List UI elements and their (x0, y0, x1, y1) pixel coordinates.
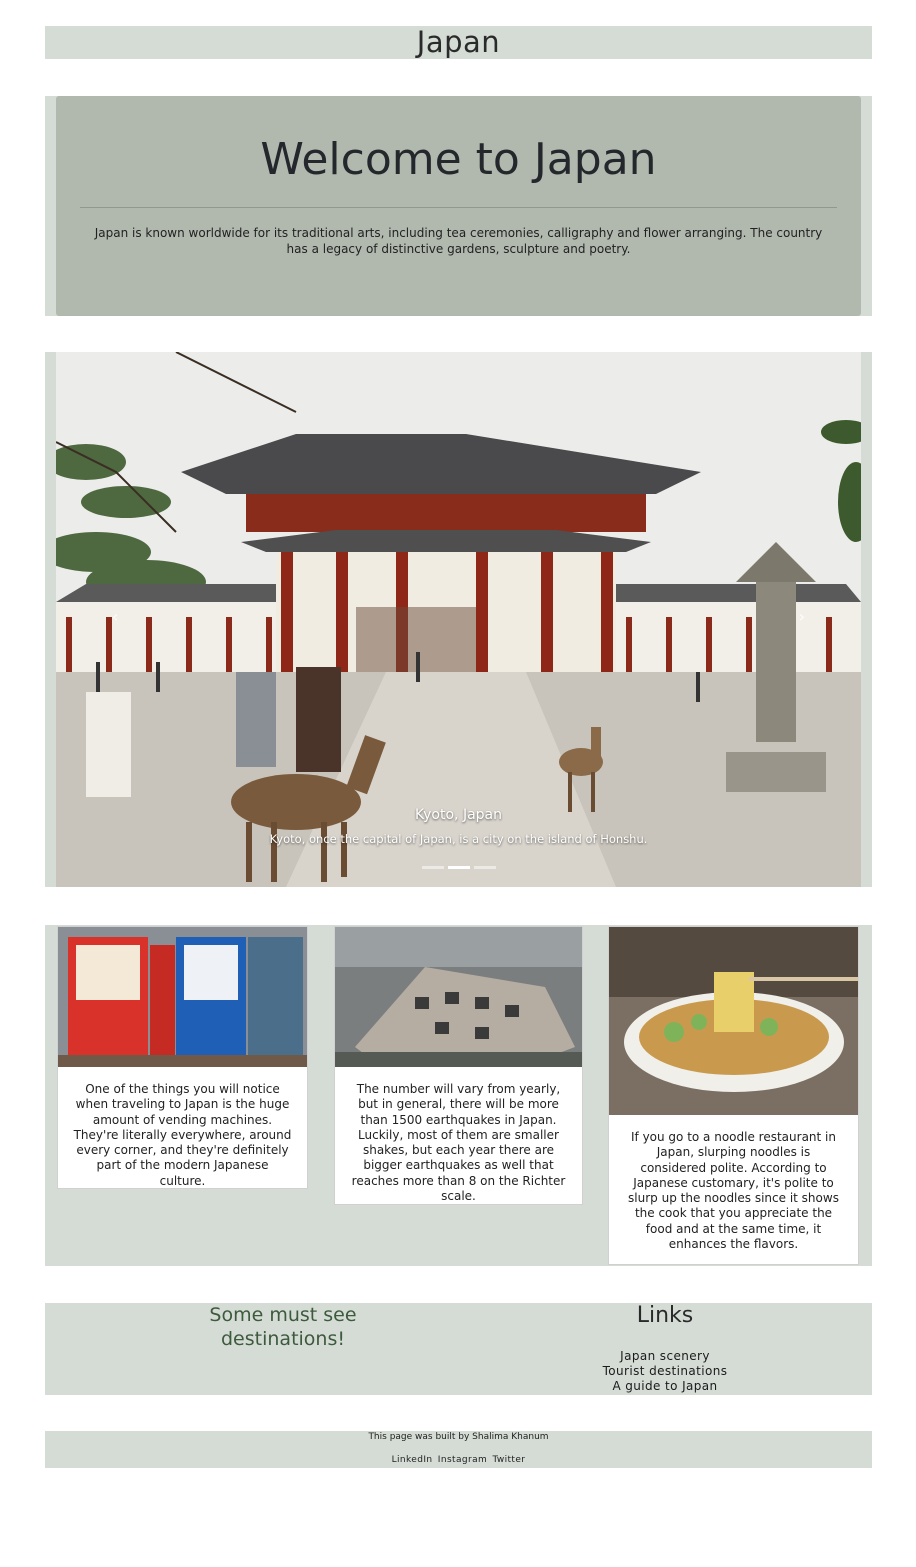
slide-caption: Kyoto, once the capital of Japan, is a c… (269, 832, 648, 846)
site-header: Japan (45, 26, 872, 59)
linkedin-link[interactable]: LinkedIn (392, 1455, 433, 1465)
carousel-prev-icon[interactable]: ‹ (112, 607, 118, 626)
carousel-indicator[interactable] (473, 866, 496, 869)
destinations-section: Some must see destinations! Links Japan … (45, 1303, 872, 1395)
link-japan-scenery[interactable]: Japan scenery (565, 1349, 765, 1364)
cards-section: One of the things you will notice when t… (45, 925, 872, 1266)
built-by-text: This page was built by Shalima Khanum (368, 1432, 549, 1442)
collapsed-building-image (335, 927, 582, 1067)
welcome-heading: Welcome to Japan (260, 134, 657, 185)
instagram-link[interactable]: Instagram (438, 1455, 487, 1465)
vending-machines-image (58, 927, 307, 1067)
carousel-slide: ‹ › Kyoto, Japan Kyoto, once the capital… (56, 352, 861, 887)
card-vending-machines: One of the things you will notice when t… (57, 926, 308, 1189)
welcome-jumbotron: Welcome to Japan Japan is known worldwid… (56, 96, 861, 316)
twitter-link[interactable]: Twitter (492, 1455, 525, 1465)
page-title: Japan (416, 25, 501, 59)
links-list: Japan scenery Tourist destinations A gui… (565, 1349, 765, 1394)
destinations-heading: Some must see destinations! (209, 1304, 357, 1350)
card-text: If you go to a noodle restaurant in Japa… (628, 1130, 839, 1252)
site-footer: This page was built by Shalima Khanum Li… (45, 1431, 872, 1468)
carousel-next-icon[interactable]: › (799, 607, 805, 626)
carousel: ‹ › Kyoto, Japan Kyoto, once the capital… (45, 352, 872, 887)
slide-title: Kyoto, Japan (414, 807, 502, 823)
links-heading: Links (636, 1303, 694, 1328)
card-noodles: If you go to a noodle restaurant in Japa… (608, 926, 859, 1265)
carousel-indicator[interactable] (421, 866, 444, 869)
card-text: One of the things you will notice when t… (73, 1082, 292, 1188)
noodle-bowl-image (609, 927, 858, 1115)
welcome-section: Welcome to Japan Japan is known worldwid… (45, 96, 872, 316)
card-earthquake: The number will vary from yearly, but in… (334, 926, 583, 1205)
carousel-indicators (56, 866, 861, 869)
link-guide-to-japan[interactable]: A guide to Japan (565, 1379, 765, 1394)
carousel-indicator-active[interactable] (447, 866, 470, 869)
link-tourist-destinations[interactable]: Tourist destinations (565, 1364, 765, 1379)
social-links: LinkedIn Instagram Twitter (45, 1454, 872, 1466)
divider (80, 207, 837, 208)
card-text: The number will vary from yearly, but in… (351, 1082, 566, 1204)
welcome-text: Japan is known worldwide for its traditi… (94, 226, 823, 256)
